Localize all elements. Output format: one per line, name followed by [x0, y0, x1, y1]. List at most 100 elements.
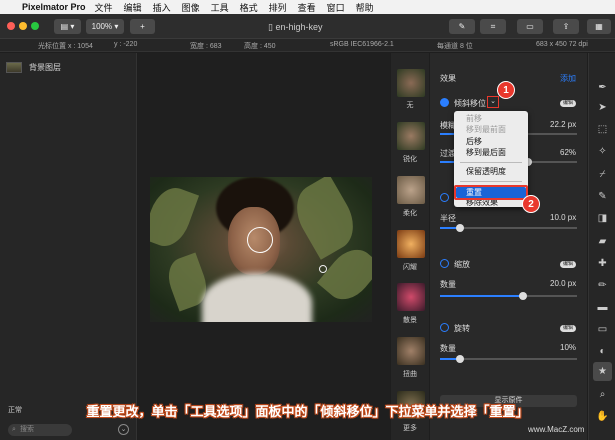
rotate-effect-checkbox[interactable]: [440, 323, 449, 332]
blur-value[interactable]: 22.2 px: [550, 120, 576, 129]
rectangle-tool-icon[interactable]: ▬: [596, 301, 609, 314]
menu-arrange[interactable]: 排列: [269, 1, 287, 14]
zoom-dropdown[interactable]: 100% ▾: [86, 19, 124, 34]
zoom-tool-icon[interactable]: ⌕: [596, 388, 609, 401]
document-title: ▯ en-high-key: [268, 22, 323, 33]
cursor-y: y : -220: [114, 41, 138, 48]
tilt-shift-enable-checkbox[interactable]: [440, 98, 449, 107]
add-button[interactable]: +: [130, 19, 155, 34]
preset-label-sharpen: 锐化: [403, 156, 417, 163]
tools-column: ✒ ➤ ⬚ ✧ ⌿ ✎ ◨ ▰ ✚ ✏ ▬ ▭ ◐ ★ ⌕ ✋: [588, 53, 615, 440]
share-icon: ⇪: [562, 22, 570, 31]
tilt-shift-dropdown-button[interactable]: ⌄: [487, 96, 499, 108]
leaf-decoration: [285, 177, 365, 260]
layer-thumbnail: [6, 61, 22, 73]
radius-value[interactable]: 10.0 px: [550, 213, 576, 222]
document-button[interactable]: ▭: [517, 19, 543, 34]
rotate-effect-edit-badge[interactable]: 编辑: [560, 325, 577, 332]
preset-label-glow: 闪耀: [403, 264, 417, 271]
tutorial-caption: 重置更改，单击「工具选项」面板中的「倾斜移位」下拉菜单并选择「重置」: [86, 404, 529, 419]
photo-canvas[interactable]: [150, 177, 372, 322]
layer-options-icon[interactable]: ⌄: [118, 424, 129, 435]
rotate-amount-slider[interactable]: [440, 355, 577, 363]
share-button[interactable]: ⇪: [553, 19, 579, 34]
zoom-amount-slider[interactable]: [440, 292, 577, 300]
selection-tool-icon[interactable]: ⬚: [596, 123, 609, 136]
radius-slider-knob[interactable]: [456, 224, 464, 232]
menu-edit[interactable]: 编辑: [124, 1, 142, 14]
sidebar-icon: ▤ ▾: [60, 22, 75, 31]
transition-value[interactable]: 62%: [560, 148, 576, 157]
inspector-button[interactable]: ▦: [587, 19, 611, 34]
retouch-icon[interactable]: ✚: [596, 257, 609, 270]
step-marker-2: 2: [522, 195, 540, 213]
menu-item-send-to-back[interactable]: 移到最后面: [466, 148, 506, 158]
menu-separator: [460, 162, 522, 163]
effect-checkbox[interactable]: [440, 193, 449, 202]
effects-tool-icon[interactable]: ★: [593, 362, 612, 381]
canvas-area[interactable]: [138, 53, 390, 440]
magic-wand-icon[interactable]: ✧: [596, 145, 609, 158]
preset-label-soften: 柔化: [403, 210, 417, 217]
menu-tools[interactable]: 工具: [211, 1, 229, 14]
menu-file[interactable]: 文件: [95, 1, 113, 14]
preset-thumbnail-soften[interactable]: [397, 176, 425, 204]
zoom-value: 100%: [91, 22, 113, 31]
preset-thumbnail-sharpen[interactable]: [397, 122, 425, 150]
brush-tool-button[interactable]: ✎: [449, 19, 475, 34]
minimize-window-button[interactable]: [19, 22, 27, 30]
image-width: 宽度 : 683: [190, 43, 222, 50]
menu-insert[interactable]: 插入: [153, 1, 171, 14]
pen-tool-icon[interactable]: ✒: [596, 81, 609, 94]
paint-brush-icon[interactable]: ✎: [596, 190, 609, 203]
layer-search-input[interactable]: ⌕ 搜索: [8, 424, 72, 436]
preset-thumbnail-glow[interactable]: [397, 230, 425, 258]
rotate-amount-label: 数量: [440, 344, 456, 353]
close-window-button[interactable]: [7, 22, 15, 30]
app-menu[interactable]: Pixelmator Pro: [22, 2, 86, 12]
zoom-effect-checkbox[interactable]: [440, 259, 449, 268]
preset-label-more: 更多: [403, 425, 417, 432]
radius-slider[interactable]: [440, 224, 577, 232]
menu-item-bring-to-front: 移到最前面: [466, 125, 506, 134]
tilt-shift-edge-handle[interactable]: [319, 265, 327, 273]
zoom-amount-value[interactable]: 20.0 px: [550, 279, 576, 288]
tilt-shift-center-handle[interactable]: [247, 227, 273, 253]
zoom-effect-edit-badge[interactable]: 编辑: [560, 261, 577, 268]
color-adjust-icon[interactable]: ◐: [596, 345, 609, 358]
zoom-window-button[interactable]: [31, 22, 39, 30]
eraser-icon[interactable]: ▰: [596, 235, 609, 248]
menu-view[interactable]: 查看: [298, 1, 316, 14]
preset-thumbnail-none[interactable]: [397, 69, 425, 97]
crop-button[interactable]: ⌗: [480, 19, 506, 34]
tilt-shift-edit-badge[interactable]: 编辑: [560, 100, 577, 107]
menu-item-preserve-transparency[interactable]: 保留透明度: [466, 167, 506, 177]
radius-slider-fill: [440, 227, 457, 229]
preset-thumbnail-distort[interactable]: [397, 337, 425, 365]
preset-thumbnail-bokeh[interactable]: [397, 283, 425, 311]
menu-window[interactable]: 窗口: [327, 1, 345, 14]
zoom-amount-slider-knob[interactable]: [519, 292, 527, 300]
gradient-tool-icon[interactable]: ◨: [596, 212, 609, 225]
sidebar-toggle-button[interactable]: ▤ ▾: [54, 19, 81, 34]
preset-label-none: 无: [406, 102, 414, 109]
rotate-amount-value[interactable]: 10%: [560, 343, 576, 352]
rotate-amount-slider-knob[interactable]: [456, 355, 464, 363]
pencil-icon[interactable]: ✏: [596, 279, 609, 292]
add-label: +: [140, 22, 145, 31]
menu-separator: [460, 181, 522, 182]
arrow-tool-icon[interactable]: ➤: [596, 101, 609, 114]
text-tool-icon[interactable]: ▭: [596, 323, 609, 336]
menu-item-send-backward[interactable]: 后移: [466, 137, 482, 147]
rotate-effect-title: 旋转: [454, 324, 470, 333]
eyedropper-icon[interactable]: ⌿: [596, 168, 609, 181]
add-effect-link[interactable]: 添加: [560, 73, 576, 84]
menu-help[interactable]: 帮助: [356, 1, 374, 14]
window-toolbar: ▤ ▾ 100% ▾ + ▯ en-high-key ✎ ⌗ ▭ ⇪ ▦: [0, 14, 615, 39]
layer-row-background[interactable]: 背景图层: [6, 59, 132, 75]
info-bar: 光标位置 x : 1054 y : -220 宽度 : 683 高度 : 450…: [0, 39, 615, 52]
brush-icon: ✎: [458, 22, 466, 31]
color-profile: sRGB IEC61966-2.1: [330, 41, 394, 48]
menu-image[interactable]: 图像: [182, 1, 200, 14]
menu-format[interactable]: 格式: [240, 1, 258, 14]
